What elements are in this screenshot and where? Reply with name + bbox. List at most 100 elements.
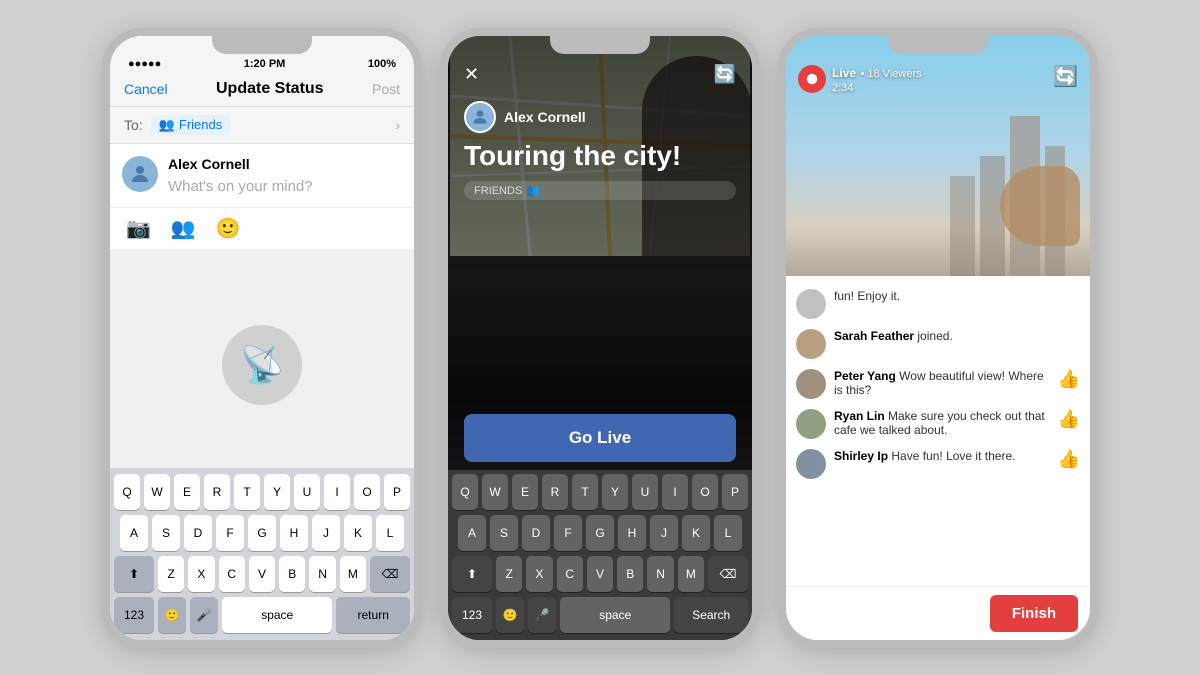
key-space[interactable]: space <box>222 597 332 633</box>
post-button[interactable]: Post <box>372 81 400 97</box>
compose-body: 📡 <box>110 250 414 468</box>
key-q[interactable]: Q <box>114 474 140 510</box>
key2-f[interactable]: F <box>554 515 582 551</box>
key-n[interactable]: N <box>309 556 335 592</box>
like-icon-filled[interactable]: 👍 <box>1058 369 1080 390</box>
key-e[interactable]: E <box>174 474 200 510</box>
key2-s[interactable]: S <box>490 515 518 551</box>
key2-g[interactable]: G <box>586 515 614 551</box>
key2-h[interactable]: H <box>618 515 646 551</box>
friends-tag-icon[interactable]: 👥 <box>171 216 196 241</box>
keyboard2-row-2: A S D F G H J K L <box>452 515 748 551</box>
key2-mic[interactable]: 🎤 <box>528 597 556 633</box>
keyboard2-row-4: 123 🙂 🎤 space Search <box>452 597 748 633</box>
key-w[interactable]: W <box>144 474 170 510</box>
key2-u[interactable]: U <box>632 474 658 510</box>
key-p[interactable]: P <box>384 474 410 510</box>
search-key[interactable]: Search <box>674 597 748 633</box>
key2-k[interactable]: K <box>682 515 710 551</box>
key-i[interactable]: I <box>324 474 350 510</box>
key-m[interactable]: M <box>340 556 366 592</box>
key-emoji[interactable]: 🙂 <box>158 597 186 633</box>
key-f[interactable]: F <box>216 515 244 551</box>
go-live-button[interactable]: Go Live <box>464 414 736 462</box>
key-delete[interactable]: ⌫ <box>370 556 410 592</box>
key2-v[interactable]: V <box>587 556 613 592</box>
comment-avatar-2 <box>796 369 826 399</box>
key-a[interactable]: A <box>120 515 148 551</box>
key-d[interactable]: D <box>184 515 212 551</box>
key-b[interactable]: B <box>279 556 305 592</box>
key-l[interactable]: L <box>376 515 404 551</box>
live-icon-highlight[interactable]: 📡 <box>222 325 302 405</box>
key-s[interactable]: S <box>152 515 180 551</box>
key-z[interactable]: Z <box>158 556 184 592</box>
like-icon-empty-4[interactable]: 👍 <box>1058 449 1080 470</box>
like-icon-empty-3[interactable]: 👍 <box>1058 409 1080 430</box>
friends-icon: 👥 <box>159 117 175 133</box>
key2-w[interactable]: W <box>482 474 508 510</box>
key2-i[interactable]: I <box>662 474 688 510</box>
key2-e[interactable]: E <box>512 474 538 510</box>
key-c[interactable]: C <box>219 556 245 592</box>
time-display: 1:20 PM <box>244 58 286 70</box>
cancel-button[interactable]: Cancel <box>124 81 168 97</box>
key-j[interactable]: J <box>312 515 340 551</box>
key-return[interactable]: return <box>336 597 410 633</box>
key2-y[interactable]: Y <box>602 474 628 510</box>
finish-button[interactable]: Finish <box>990 595 1078 632</box>
flip-camera-button-3[interactable]: 🔄 <box>1053 64 1078 89</box>
key2-space[interactable]: space <box>560 597 670 633</box>
camera-icon[interactable]: 📷 <box>126 216 151 241</box>
key2-a[interactable]: A <box>458 515 486 551</box>
key2-r[interactable]: R <box>542 474 568 510</box>
audience-row[interactable]: To: 👥 Friends › <box>110 107 414 144</box>
key-123[interactable]: 123 <box>114 597 154 633</box>
key2-123[interactable]: 123 <box>452 597 492 633</box>
emoji-icon[interactable]: 🙂 <box>216 216 241 241</box>
key-v[interactable]: V <box>249 556 275 592</box>
key2-x[interactable]: X <box>526 556 552 592</box>
status-placeholder[interactable]: What's on your mind? <box>168 178 313 195</box>
key-u[interactable]: U <box>294 474 320 510</box>
comment-avatar-1 <box>796 329 826 359</box>
key-shift[interactable]: ⬆ <box>114 556 154 592</box>
key-g[interactable]: G <box>248 515 276 551</box>
key2-m[interactable]: M <box>678 556 704 592</box>
comment-text-4: Shirley Ip Have fun! Love it there. <box>834 449 1050 463</box>
key2-delete[interactable]: ⌫ <box>708 556 748 592</box>
compose-area: Alex Cornell What's on your mind? <box>110 144 414 208</box>
key-o[interactable]: O <box>354 474 380 510</box>
username-2: Alex Cornell <box>504 109 586 125</box>
avatar-2 <box>464 101 496 133</box>
key2-n[interactable]: N <box>647 556 673 592</box>
key2-t[interactable]: T <box>572 474 598 510</box>
comment-1: Sarah Feather joined. <box>786 324 1090 364</box>
key-x[interactable]: X <box>188 556 214 592</box>
key-k[interactable]: K <box>344 515 372 551</box>
key-t[interactable]: T <box>234 474 260 510</box>
flip-camera-icon[interactable]: 🔄 <box>714 64 736 85</box>
key2-q[interactable]: Q <box>452 474 478 510</box>
key2-c[interactable]: C <box>557 556 583 592</box>
key2-d[interactable]: D <box>522 515 550 551</box>
close-button[interactable]: ✕ <box>464 64 479 85</box>
phone-1: ●●●●● 1:20 PM 100% Cancel Update Status … <box>102 28 422 648</box>
key2-shift[interactable]: ⬆ <box>452 556 492 592</box>
key2-j[interactable]: J <box>650 515 678 551</box>
keyboard-row-2: A S D F G H J K L <box>114 515 410 551</box>
key-h[interactable]: H <box>280 515 308 551</box>
friends-badge[interactable]: FRIENDS 👥 <box>464 181 736 200</box>
key2-l[interactable]: L <box>714 515 742 551</box>
key-y[interactable]: Y <box>264 474 290 510</box>
key2-emoji[interactable]: 🙂 <box>496 597 524 633</box>
keyboard2-row-1: Q W E R T Y U I O P <box>452 474 748 510</box>
key2-o[interactable]: O <box>692 474 718 510</box>
key2-z[interactable]: Z <box>496 556 522 592</box>
key2-p[interactable]: P <box>722 474 748 510</box>
comments-section: fun! Enjoy it. Sarah Feather joined. Pet… <box>786 276 1090 586</box>
key-mic[interactable]: 🎤 <box>190 597 218 633</box>
friends-selector[interactable]: 👥 Friends <box>151 115 231 135</box>
key2-b[interactable]: B <box>617 556 643 592</box>
key-r[interactable]: R <box>204 474 230 510</box>
